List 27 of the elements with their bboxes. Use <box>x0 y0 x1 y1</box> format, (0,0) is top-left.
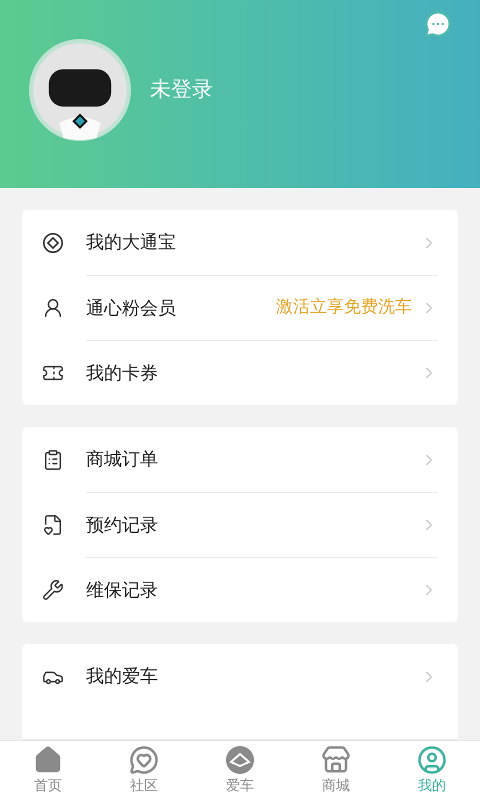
home-icon <box>33 744 63 774</box>
menu-label: 通心粉会员 <box>86 296 177 320</box>
user-badge-icon <box>42 296 64 318</box>
menu-item[interactable]: 商城订单 <box>22 427 458 492</box>
car-emblem-icon <box>225 744 255 774</box>
menu-label: 预约记录 <box>86 514 159 538</box>
chat-heart-icon <box>129 744 159 774</box>
store-icon <box>321 744 351 774</box>
menu-label: 商城订单 <box>86 448 159 472</box>
menu-label: 我的爱车 <box>86 665 159 689</box>
document-heart-icon <box>42 514 64 536</box>
menu-item[interactable]: 维保记录 <box>22 557 458 622</box>
menu-item[interactable]: 我的爱车 <box>22 644 458 709</box>
avatar-icon[interactable] <box>28 38 132 142</box>
menu-label: 我的大通宝 <box>86 231 177 255</box>
menu-item[interactable]: 预约记录 <box>22 492 458 557</box>
clipboard-icon <box>42 448 64 470</box>
menu-item[interactable]: 我的卡券 <box>22 340 458 405</box>
user-icon <box>417 744 447 774</box>
diamond-coin-icon <box>42 232 64 254</box>
menu-label: 我的卡券 <box>86 362 159 386</box>
promo-text: 激活立享免费洗车 <box>276 296 412 320</box>
menu-item[interactable]: 我的大通宝 <box>22 210 458 275</box>
menu-label: 维保记录 <box>86 578 159 602</box>
menu-item[interactable]: 通心粉会员 激活立享免费洗车 <box>22 275 458 340</box>
message-icon[interactable] <box>424 10 452 38</box>
wrench-icon <box>42 578 64 600</box>
